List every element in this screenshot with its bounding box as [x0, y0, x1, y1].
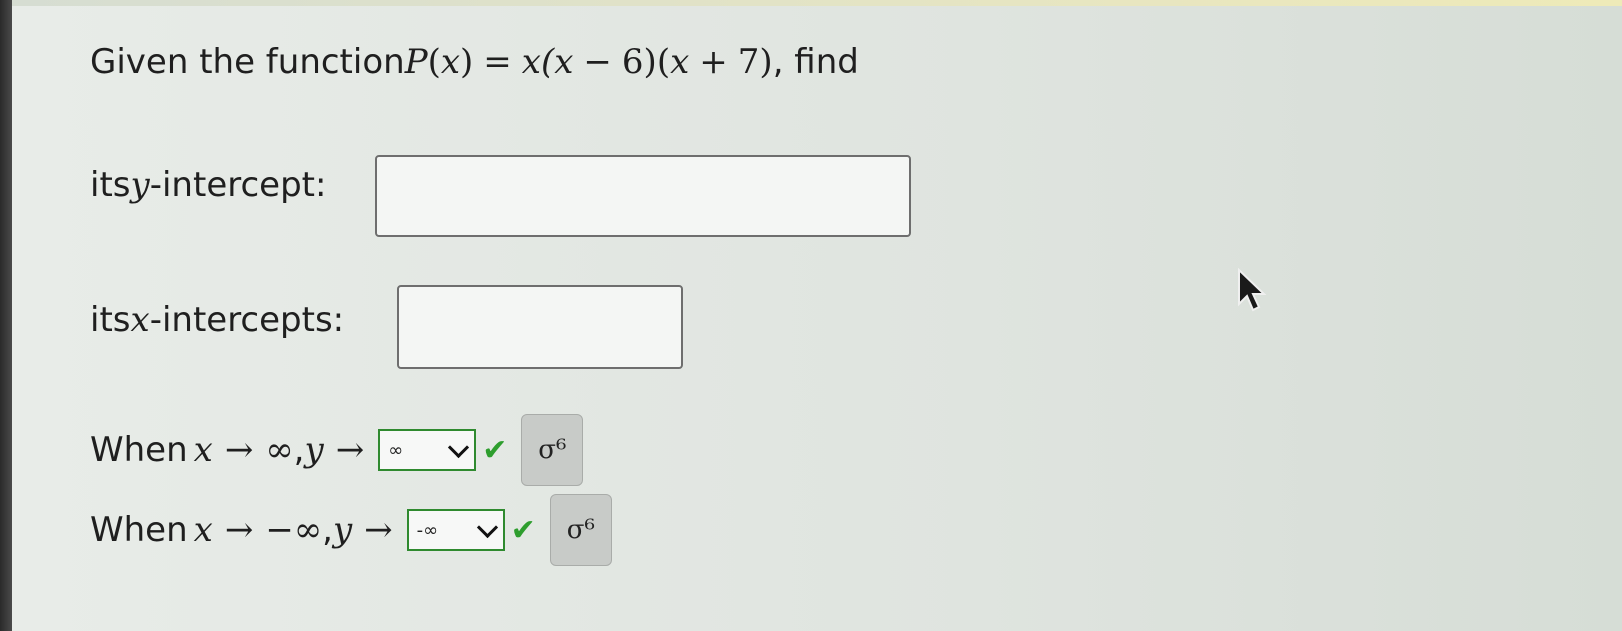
y-intercept-input[interactable]: [375, 155, 911, 237]
screen-bezel: [0, 0, 12, 631]
minus-sign: −: [583, 42, 612, 82]
y-variable: y: [332, 510, 353, 550]
label-suffix: -intercept:: [149, 165, 327, 205]
comma: ,: [293, 430, 305, 470]
equals-sign: =: [483, 42, 512, 82]
end-behavior-select-2[interactable]: -∞: [406, 509, 505, 551]
symbolic-formatting-button[interactable]: σ⁶: [549, 494, 612, 566]
symbolic-formatting-icon: σ⁶: [538, 435, 567, 465]
symbolic-formatting-icon: σ⁶: [566, 515, 595, 545]
when-label: When: [90, 430, 188, 470]
expression-six: 6)(: [621, 42, 671, 82]
question-prefix: Given the function: [90, 42, 405, 82]
selected-value: ∞: [388, 439, 404, 461]
label-variable: y: [130, 165, 150, 205]
end-behavior-positive: When x → ∞ , y → ∞ ✔ σ⁶: [90, 414, 584, 486]
function-variable: x: [440, 42, 461, 82]
arrow: →: [224, 430, 254, 470]
selected-value: -∞: [416, 519, 439, 541]
comma: ,: [322, 510, 333, 550]
label-suffix: -intercepts:: [149, 300, 345, 340]
arrow: →: [335, 430, 365, 470]
x-variable: x: [193, 430, 213, 470]
arrow: →: [364, 510, 393, 550]
plus-sign: +: [699, 42, 728, 82]
expression-part-1: x(x: [521, 42, 574, 82]
question-suffix: , find: [772, 42, 859, 82]
mouse-cursor-icon: [1238, 268, 1267, 312]
x-intercepts-label: its x -intercepts:: [90, 300, 344, 340]
end-behavior-select-1[interactable]: ∞: [378, 429, 477, 471]
end-behavior-negative: When x → −∞ , y → -∞ ✔ σ⁶: [90, 494, 612, 566]
y-intercept-label: its y -intercept:: [90, 165, 326, 205]
checkmark-icon: ✔: [510, 512, 536, 548]
checkmark-icon: ✔: [482, 432, 508, 468]
chevron-down-icon: [448, 436, 470, 458]
x-variable: x: [193, 510, 213, 550]
limit-target: ∞: [265, 430, 294, 470]
label-variable: x: [130, 300, 150, 340]
arrow: →: [224, 510, 254, 550]
question-statement: Given the function P (x) = x(x − 6)(x + …: [90, 42, 859, 82]
expression-part-2: x: [670, 42, 690, 82]
chevron-down-icon: [476, 516, 498, 538]
function-name: P: [404, 42, 428, 82]
label-prefix: its: [90, 165, 131, 205]
label-prefix: its: [90, 300, 131, 340]
symbolic-formatting-button[interactable]: σ⁶: [521, 414, 584, 486]
x-intercepts-input[interactable]: [397, 285, 683, 369]
expression-seven: 7): [737, 42, 773, 82]
y-variable: y: [304, 430, 324, 470]
when-label: When: [90, 510, 188, 550]
limit-target: −∞: [265, 510, 323, 550]
